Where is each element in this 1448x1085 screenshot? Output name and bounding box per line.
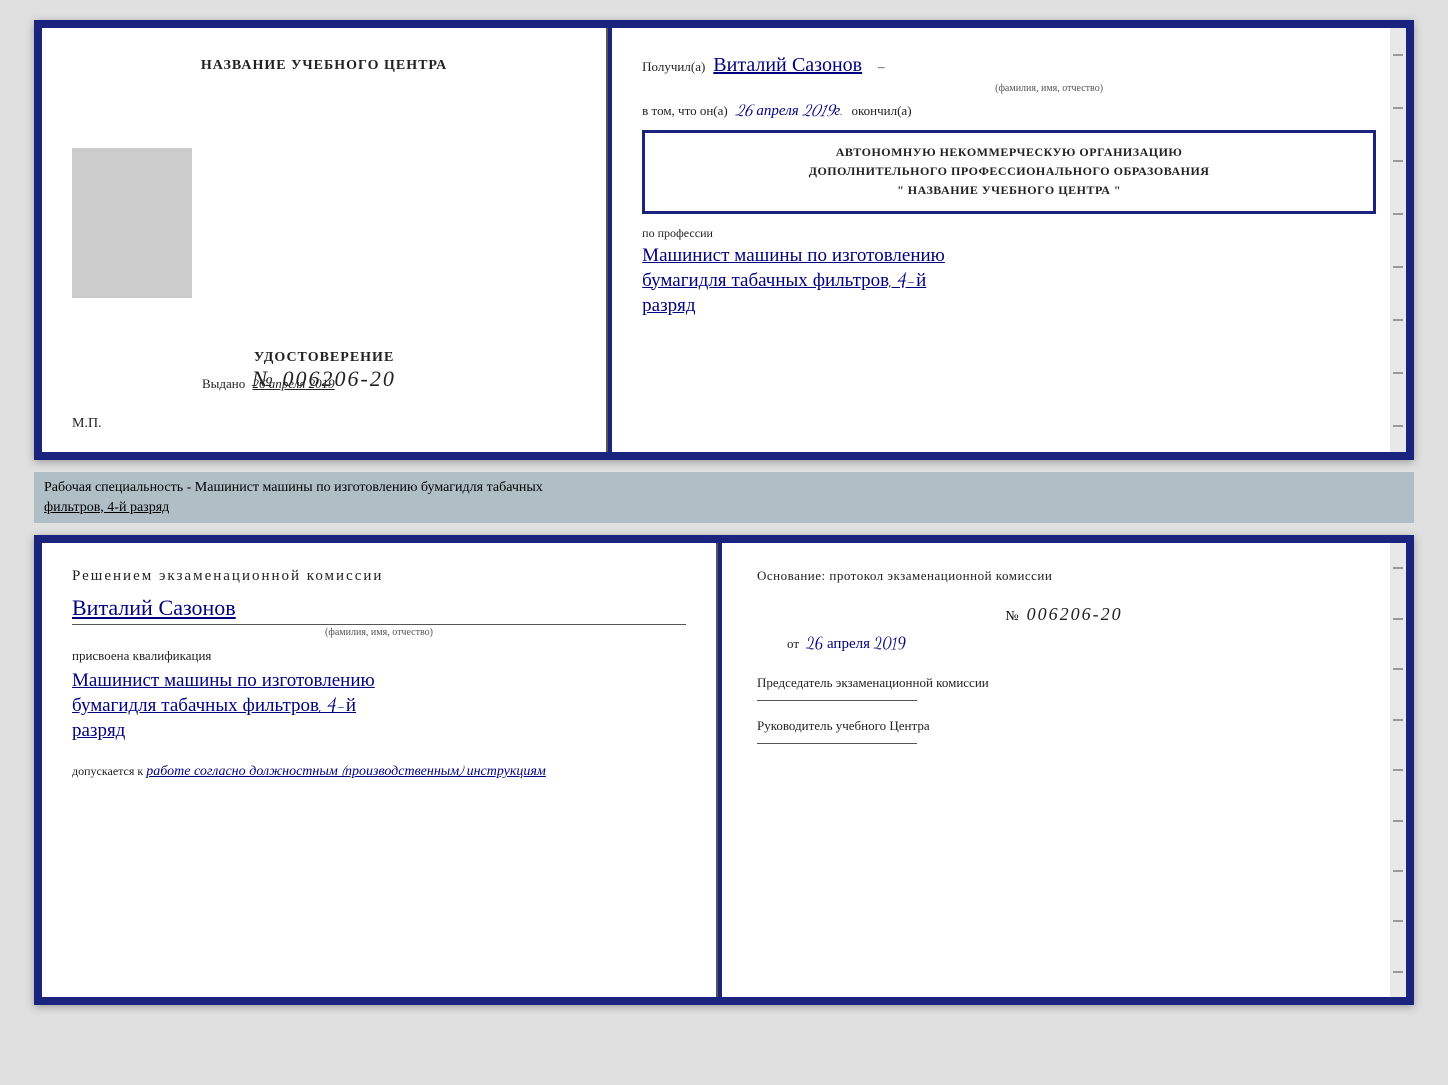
- caption-underline: фильтров, 4-й разряд: [44, 500, 169, 515]
- stamp-line1: АВТОНОМНУЮ НЕКОММЕРЧЕСКУЮ ОРГАНИЗАЦИЮ: [660, 143, 1358, 162]
- from-line: от 26 апреля 2019: [757, 635, 1371, 653]
- qual-line2: бумагидля табачных фильтров, 4-й: [72, 695, 686, 717]
- osnov-label: Основание: протокол экзаменационной коми…: [757, 568, 1371, 584]
- vtom-prefix: в том, что он(а): [642, 103, 728, 119]
- edge-dashes-top: [1390, 28, 1406, 452]
- edge-dash: [1393, 971, 1403, 973]
- number-block: № 006206-20: [757, 604, 1371, 625]
- stamp-line2: ДОПОЛНИТЕЛЬНОГО ПРОФЕССИОНАЛЬНОГО ОБРАЗО…: [660, 162, 1358, 181]
- edge-dash: [1393, 54, 1403, 56]
- profession-label: по профессии: [642, 226, 1376, 241]
- from-label: от: [787, 636, 799, 651]
- recipient-subtitle: (фамилия, имя, отчество): [722, 83, 1376, 94]
- edge-dash: [1393, 319, 1403, 321]
- edge-dash: [1393, 567, 1403, 569]
- issued-line: Выдано 26 апреля 2019: [202, 376, 335, 392]
- number-label: №: [1005, 609, 1018, 624]
- recipient-line: Получил(а) Виталий Сазонов –: [642, 53, 1376, 77]
- caption-text: Рабочая специальность - Машинист машины …: [44, 480, 543, 495]
- qual-label: присвоена квалификация: [72, 648, 686, 664]
- person-name: Виталий Сазонов: [72, 596, 236, 622]
- director-sig-line: [757, 743, 917, 744]
- number-value: 006206-20: [1027, 604, 1123, 624]
- edge-dash: [1393, 769, 1403, 771]
- person-subtitle: (фамилия, имя, отчество): [72, 627, 686, 638]
- prof-line3: разряд: [642, 295, 1376, 317]
- bottom-doc-right: Основание: протокол экзаменационной коми…: [722, 543, 1406, 997]
- prof-line2: бумагидля табачных фильтров, 4-й: [642, 270, 1376, 292]
- director-block: Руководитель учебного Центра: [757, 716, 1371, 744]
- top-left-title: НАЗВАНИЕ УЧЕБНОГО ЦЕНТРА: [201, 58, 447, 74]
- chairman-label: Председатель экзаменационной комиссии: [757, 673, 1371, 694]
- chairman-block: Председатель экзаменационной комиссии: [757, 673, 1371, 701]
- top-doc-left: НАЗВАНИЕ УЧЕБНОГО ЦЕНТРА УДОСТОВЕРЕНИЕ №…: [42, 28, 608, 452]
- edge-dash: [1393, 372, 1403, 374]
- edge-dashes-bottom: [1390, 543, 1406, 997]
- edge-dash: [1393, 160, 1403, 162]
- recipient-name: Виталий Сазонов: [713, 53, 862, 77]
- issued-date: 26 апреля 2019: [253, 376, 335, 391]
- edge-dash: [1393, 870, 1403, 872]
- prof-line1: Машинист машины по изготовлению: [642, 245, 1376, 267]
- top-doc-right: Получил(а) Виталий Сазонов – (фамилия, и…: [612, 28, 1406, 452]
- chairman-sig-line: [757, 700, 917, 701]
- edge-dash: [1393, 719, 1403, 721]
- recipient-prefix: Получил(а): [642, 59, 705, 75]
- edge-dash: [1393, 618, 1403, 620]
- allowed-value: работе согласно должностным (производств…: [146, 762, 546, 779]
- dash1: –: [878, 59, 885, 75]
- vtom-suffix: окончил(а): [852, 103, 912, 119]
- cert-label: УДОСТОВЕРЕНИЕ: [252, 350, 396, 366]
- qual-line1: Машинист машины по изготовлению: [72, 670, 686, 692]
- edge-dash: [1393, 107, 1403, 109]
- photo-placeholder: [72, 148, 192, 298]
- edge-dash: [1393, 213, 1403, 215]
- vtom-line: в том, что он(а) 26 апреля 2019г. окончи…: [642, 102, 1376, 120]
- stamp-line3: " НАЗВАНИЕ УЧЕБНОГО ЦЕНТРА ": [660, 181, 1358, 200]
- allowed-line: допускается к работе согласно должностны…: [72, 762, 686, 780]
- mp-label: М.П.: [72, 416, 102, 432]
- caption-bar: Рабочая специальность - Машинист машины …: [34, 472, 1414, 523]
- edge-dash: [1393, 668, 1403, 670]
- issued-label: Выдано: [202, 376, 245, 391]
- edge-dash: [1393, 425, 1403, 427]
- person-name-block: Виталий Сазонов: [72, 595, 686, 625]
- bottom-document: Решением экзаменационной комиссии Витали…: [34, 535, 1414, 1005]
- director-label: Руководитель учебного Центра: [757, 716, 1371, 737]
- allowed-label: допускается к: [72, 764, 143, 778]
- vtom-date: 26 апреля 2019г.: [736, 102, 844, 120]
- bottom-doc-left: Решением экзаменационной комиссии Витали…: [42, 543, 718, 997]
- edge-dash: [1393, 820, 1403, 822]
- edge-dash: [1393, 920, 1403, 922]
- edge-dash: [1393, 266, 1403, 268]
- top-document: НАЗВАНИЕ УЧЕБНОГО ЦЕНТРА УДОСТОВЕРЕНИЕ №…: [34, 20, 1414, 460]
- from-date: 26 апреля 2019: [806, 635, 905, 653]
- org-stamp: АВТОНОМНУЮ НЕКОММЕРЧЕСКУЮ ОРГАНИЗАЦИЮ ДО…: [642, 130, 1376, 214]
- bottom-left-title: Решением экзаменационной комиссии: [72, 568, 686, 585]
- qual-line3: разряд: [72, 720, 686, 742]
